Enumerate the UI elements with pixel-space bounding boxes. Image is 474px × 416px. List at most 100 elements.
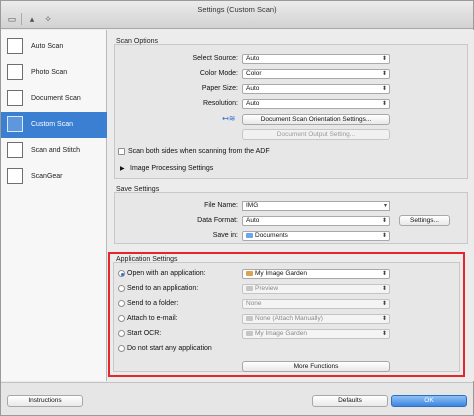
start-ocr-value: My Image Garden (255, 330, 308, 337)
select-source-dropdown[interactable]: Auto ⬍ (242, 54, 390, 64)
scan-tab-icon[interactable]: ▭ (5, 13, 19, 25)
file-name-label: File Name: (204, 202, 238, 209)
resolution-value: Auto (246, 100, 260, 107)
my-image-garden-icon (246, 270, 253, 276)
start-ocr-dropdown[interactable]: My Image Garden ⬍ (242, 329, 390, 339)
send-to-app-radio[interactable] (118, 285, 125, 292)
photo-scan-icon (7, 64, 23, 80)
data-format-dropdown[interactable]: Auto ⬍ (242, 216, 390, 226)
my-image-garden-icon (246, 330, 253, 336)
save-in-value: Documents (255, 232, 288, 239)
document-scan-icon (7, 90, 23, 106)
open-with-app-dropdown[interactable]: My Image Garden ⬍ (242, 269, 390, 279)
resolution-dropdown[interactable]: Auto ⬍ (242, 99, 390, 109)
no-app-label: Do not start any application (127, 345, 212, 352)
select-source-label: Select Source: (192, 55, 238, 62)
save-settings-button[interactable]: Settings... (399, 215, 450, 226)
general-settings-tab-icon[interactable]: ✧ (41, 13, 55, 25)
sidebar-item-label: Auto Scan (31, 43, 64, 50)
scan-and-stitch-icon (7, 142, 23, 158)
scan-both-sides-checkbox[interactable] (118, 148, 125, 155)
dropdown-arrow-icon: ⬍ (381, 86, 387, 92)
custom-scan-icon (7, 116, 23, 132)
start-ocr-radio[interactable] (118, 330, 125, 337)
attach-email-label: Attach to e-mail: (127, 315, 178, 322)
sidebar-item-scan-and-stitch[interactable]: Scan and Stitch (1, 138, 107, 164)
send-to-app-dropdown[interactable]: Preview ⬍ (242, 284, 390, 294)
dropdown-arrow-icon: ⬍ (381, 286, 387, 292)
application-settings-title: Application Settings (116, 256, 178, 263)
dropdown-arrow-icon: ⬍ (381, 71, 387, 77)
settings-window: Settings (Custom Scan) ▭ ▴ ✧ Auto Scan P… (0, 0, 474, 416)
footer-bar: Instructions Defaults OK (1, 382, 473, 415)
image-processing-label[interactable]: Image Processing Settings (130, 165, 213, 172)
dropdown-arrow-icon: ▾ (383, 203, 387, 209)
window-title: Settings (Custom Scan) (197, 5, 277, 14)
color-mode-label: Color Mode: (199, 70, 238, 77)
dropdown-arrow-icon: ⬍ (381, 101, 387, 107)
open-with-app-value: My Image Garden (255, 270, 308, 277)
data-format-label: Data Format: (197, 217, 238, 224)
send-to-folder-value: None (246, 300, 262, 307)
save-in-dropdown[interactable]: Documents ⬍ (242, 231, 390, 241)
scan-both-sides-label: Scan both sides when scanning from the A… (128, 148, 270, 155)
defaults-button[interactable]: Defaults (312, 395, 388, 407)
send-to-app-value: Preview (255, 285, 279, 292)
ok-button[interactable]: OK (391, 395, 467, 407)
open-with-app-radio[interactable] (118, 270, 125, 277)
sidebar-item-label: Photo Scan (31, 69, 68, 76)
orientation-icon: ↤≋ (222, 114, 236, 123)
sidebar-item-label: Custom Scan (31, 121, 74, 128)
sidebar-item-photo-scan[interactable]: Photo Scan (1, 60, 107, 86)
send-to-folder-dropdown[interactable]: None ⬍ (242, 299, 390, 309)
color-mode-value: Color (246, 70, 262, 77)
save-in-label: Save in: (212, 232, 238, 239)
dropdown-arrow-icon: ⬍ (381, 331, 387, 337)
start-ocr-label: Start OCR: (127, 330, 162, 337)
scanner-tab-icon[interactable]: ▴ (25, 13, 39, 25)
sidebar-item-label: ScanGear (31, 173, 63, 180)
scangear-icon (7, 168, 23, 184)
dropdown-arrow-icon: ⬍ (381, 218, 387, 224)
mail-icon (246, 315, 253, 321)
instructions-button[interactable]: Instructions (7, 395, 83, 407)
file-name-value: IMG (246, 202, 259, 209)
select-source-value: Auto (246, 55, 260, 62)
dropdown-arrow-icon: ⬍ (381, 56, 387, 62)
send-to-app-label: Send to an application: (127, 285, 199, 292)
send-to-folder-radio[interactable] (118, 300, 125, 307)
attach-email-value: None (Attach Manually) (255, 315, 323, 322)
document-output-button[interactable]: Document Output Setting... (242, 129, 390, 140)
sidebar-item-document-scan[interactable]: Document Scan (1, 86, 107, 112)
toolbar-separator (21, 13, 22, 25)
more-functions-button[interactable]: More Functions (242, 361, 390, 372)
sidebar-item-auto-scan[interactable]: Auto Scan (1, 34, 107, 60)
dropdown-arrow-icon: ⬍ (381, 271, 387, 277)
folder-icon (246, 232, 253, 238)
attach-email-radio[interactable] (118, 315, 125, 322)
dropdown-arrow-icon: ⬍ (381, 233, 387, 239)
send-to-folder-label: Send to a folder: (127, 300, 179, 307)
no-app-radio[interactable] (118, 345, 125, 352)
paper-size-dropdown[interactable]: Auto ⬍ (242, 84, 390, 94)
sidebar-item-label: Document Scan (31, 95, 81, 102)
save-settings-title: Save Settings (116, 186, 160, 193)
disclosure-triangle-icon[interactable]: ▶ (120, 165, 125, 172)
color-mode-dropdown[interactable]: Color ⬍ (242, 69, 390, 79)
scan-options-group (114, 44, 468, 179)
paper-size-label: Paper Size: (201, 85, 238, 92)
auto-scan-icon (7, 38, 23, 54)
preview-icon (246, 285, 253, 291)
paper-size-value: Auto (246, 85, 260, 92)
dropdown-arrow-icon: ⬍ (381, 301, 387, 307)
main-panel: Scan Options Select Source: Auto ⬍ Color… (108, 30, 474, 381)
sidebar-item-scangear[interactable]: ScanGear (1, 164, 107, 190)
sidebar-item-custom-scan[interactable]: Custom Scan (1, 112, 107, 138)
sidebar: Auto Scan Photo Scan Document Scan Custo… (1, 30, 107, 381)
attach-email-dropdown[interactable]: None (Attach Manually) ⬍ (242, 314, 390, 324)
data-format-value: Auto (246, 217, 260, 224)
file-name-field[interactable]: IMG ▾ (242, 201, 390, 211)
resolution-label: Resolution: (202, 100, 238, 107)
orientation-settings-button[interactable]: Document Scan Orientation Settings... (242, 114, 390, 125)
sidebar-item-label: Scan and Stitch (31, 147, 81, 154)
